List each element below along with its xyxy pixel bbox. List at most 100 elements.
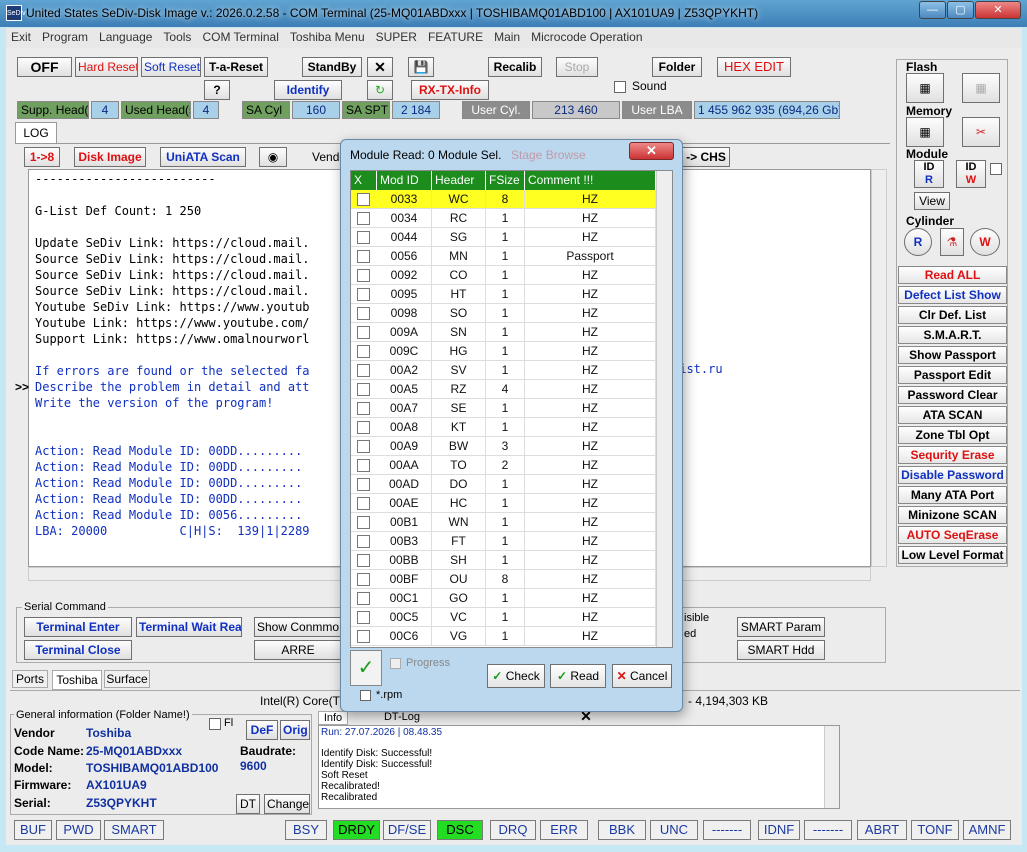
smart-hdd-button[interactable]: SMART Hdd xyxy=(737,640,825,660)
menu-item-tools[interactable]: Tools xyxy=(158,28,197,44)
row-checkbox[interactable] xyxy=(357,326,370,339)
menu-item-toshiba-menu[interactable]: Toshiba Menu xyxy=(285,28,371,44)
row-checkbox[interactable] xyxy=(357,269,370,282)
dialog-close-icon[interactable]: ✕ xyxy=(629,142,674,160)
row-checkbox[interactable] xyxy=(357,459,370,472)
table-row[interactable]: 0095 HT 1 HZ xyxy=(351,285,656,304)
disable-password-button[interactable]: Disable Password xyxy=(898,466,1007,484)
camera-icon[interactable]: ◉ xyxy=(259,147,287,167)
uniata-scan-button[interactable]: UniATA Scan xyxy=(160,147,246,167)
menu-item-com-terminal[interactable]: COM Terminal xyxy=(197,28,284,44)
row-checkbox[interactable] xyxy=(357,307,370,320)
standby-button[interactable]: StandBy xyxy=(302,57,362,77)
flash-write-icon[interactable]: ▦ xyxy=(962,73,1000,103)
sequrity-erase-button[interactable]: Sequrity Erase xyxy=(898,446,1007,464)
rpm-checkbox[interactable] xyxy=(360,690,371,701)
change-button[interactable]: Change xyxy=(264,794,310,814)
grid-scrollbar[interactable] xyxy=(656,171,672,647)
row-checkbox[interactable] xyxy=(357,516,370,529)
minimize-icon[interactable]: — xyxy=(919,1,946,19)
passport-edit-button[interactable]: Passport Edit xyxy=(898,366,1007,384)
fl-checkbox[interactable] xyxy=(209,718,221,730)
cylinder-read-icon[interactable]: R xyxy=(904,228,932,256)
table-row[interactable]: 00A7 SE 1 HZ xyxy=(351,399,656,418)
header-header[interactable]: Header xyxy=(432,171,486,190)
chs-button[interactable]: -> CHS xyxy=(682,147,730,167)
module-checkbox[interactable] xyxy=(990,163,1002,175)
table-row[interactable]: 0044 SG 1 HZ xyxy=(351,228,656,247)
show-passport-button[interactable]: Show Passport xyxy=(898,346,1007,364)
maximize-icon[interactable]: ▢ xyxy=(947,1,974,19)
smart-param-button[interactable]: SMART Param xyxy=(737,617,825,637)
sound-checkbox[interactable] xyxy=(614,81,626,93)
row-checkbox[interactable] xyxy=(357,402,370,415)
dt-button[interactable]: DT xyxy=(236,794,260,814)
zone-tbl-opt-button[interactable]: Zone Tbl Opt xyxy=(898,426,1007,444)
save-icon[interactable]: 💾 xyxy=(408,57,434,77)
table-row[interactable]: 00A5 RZ 4 HZ xyxy=(351,380,656,399)
table-row[interactable]: 00B3 FT 1 HZ xyxy=(351,532,656,551)
table-row[interactable]: 0098 SO 1 HZ xyxy=(351,304,656,323)
tab-dt-log[interactable]: DT-Log xyxy=(372,711,432,725)
table-row[interactable]: 00A8 KT 1 HZ xyxy=(351,418,656,437)
rx-tx-info-button[interactable]: RX-TX-Info xyxy=(411,80,489,100)
low-level-format-button[interactable]: Low Level Format xyxy=(898,546,1007,564)
table-row[interactable]: 0033 WC 8 HZ xyxy=(351,190,656,209)
row-checkbox[interactable] xyxy=(357,440,370,453)
clr-def-list-button[interactable]: Clr Def. List xyxy=(898,306,1007,324)
progress-checkbox[interactable] xyxy=(390,658,401,669)
module-id-read-icon[interactable]: ID R xyxy=(914,160,944,188)
terminal-enter-button[interactable]: Terminal Enter xyxy=(24,617,132,637)
menu-item-program[interactable]: Program xyxy=(37,28,94,44)
table-row[interactable]: 00C1 GO 1 HZ xyxy=(351,589,656,608)
row-checkbox[interactable] xyxy=(357,611,370,624)
cylinder-flask-icon[interactable]: ⚗ xyxy=(940,228,964,256)
table-row[interactable]: 0092 CO 1 HZ xyxy=(351,266,656,285)
identify-button[interactable]: Identify xyxy=(274,80,342,100)
flash-read-icon[interactable]: ▦ xyxy=(906,73,944,103)
check-button[interactable]: ✓ Check xyxy=(487,664,545,688)
stop-button[interactable]: Stop xyxy=(556,57,598,77)
password-clear-button[interactable]: Password Clear xyxy=(898,386,1007,404)
tab-ports[interactable]: Ports xyxy=(12,670,48,688)
info-log-scroll[interactable] xyxy=(824,726,839,808)
row-checkbox[interactable] xyxy=(357,193,370,206)
terminal-close-button[interactable]: Terminal Close xyxy=(24,640,132,660)
tab-info[interactable]: Info xyxy=(318,711,348,725)
table-row[interactable]: 00BF OU 8 HZ xyxy=(351,570,656,589)
row-checkbox[interactable] xyxy=(357,592,370,605)
cylinder-write-icon[interactable]: W xyxy=(970,228,1000,256)
row-checkbox[interactable] xyxy=(357,231,370,244)
defect-list-show-button[interactable]: Defect List Show xyxy=(898,286,1007,304)
module-view-button[interactable]: View xyxy=(914,192,950,210)
menu-item-main[interactable]: Main xyxy=(489,28,526,44)
log-vscroll[interactable] xyxy=(871,169,887,567)
table-row[interactable]: 009C HG 1 HZ xyxy=(351,342,656,361)
def-button[interactable]: DeF xyxy=(246,720,278,740)
memory-read-icon[interactable]: ▦ xyxy=(906,117,944,147)
table-row[interactable]: 00C6 VG 1 HZ xyxy=(351,627,656,646)
table-row[interactable]: 00AA TO 2 HZ xyxy=(351,456,656,475)
table-row[interactable]: 00AD DO 1 HZ xyxy=(351,475,656,494)
row-checkbox[interactable] xyxy=(357,573,370,586)
table-row[interactable]: 009A SN 1 HZ xyxy=(351,323,656,342)
module-grid[interactable]: X Mod ID Header FSize Comment !!! 0033 WC… xyxy=(350,170,673,648)
off-button[interactable]: OFF xyxy=(17,57,72,77)
header-comment[interactable]: Comment !!! xyxy=(525,171,656,190)
row-checkbox[interactable] xyxy=(357,630,370,643)
row-checkbox[interactable] xyxy=(357,250,370,263)
read-button[interactable]: ✓ Read xyxy=(550,664,606,688)
table-row[interactable]: 00A2 SV 1 HZ xyxy=(351,361,656,380)
table-row[interactable]: 00B1 WN 1 HZ xyxy=(351,513,656,532)
row-checkbox[interactable] xyxy=(357,421,370,434)
show-command-button[interactable]: Show Conmmo xyxy=(254,617,342,637)
menu-item-microcode-operation[interactable]: Microcode Operation xyxy=(526,28,648,44)
tab-log[interactable]: LOG xyxy=(15,122,57,143)
header-fsize[interactable]: FSize xyxy=(486,171,525,190)
many-ata-port-button[interactable]: Many ATA Port xyxy=(898,486,1007,504)
memory-tools-icon[interactable]: ✂ xyxy=(962,117,1000,147)
header-mod-id[interactable]: Mod ID xyxy=(377,171,432,190)
cancel-button[interactable]: ✕ Cancel xyxy=(612,664,672,688)
expand-toggle[interactable]: >> xyxy=(15,380,29,394)
menu-item-exit[interactable]: Exit xyxy=(6,28,37,44)
